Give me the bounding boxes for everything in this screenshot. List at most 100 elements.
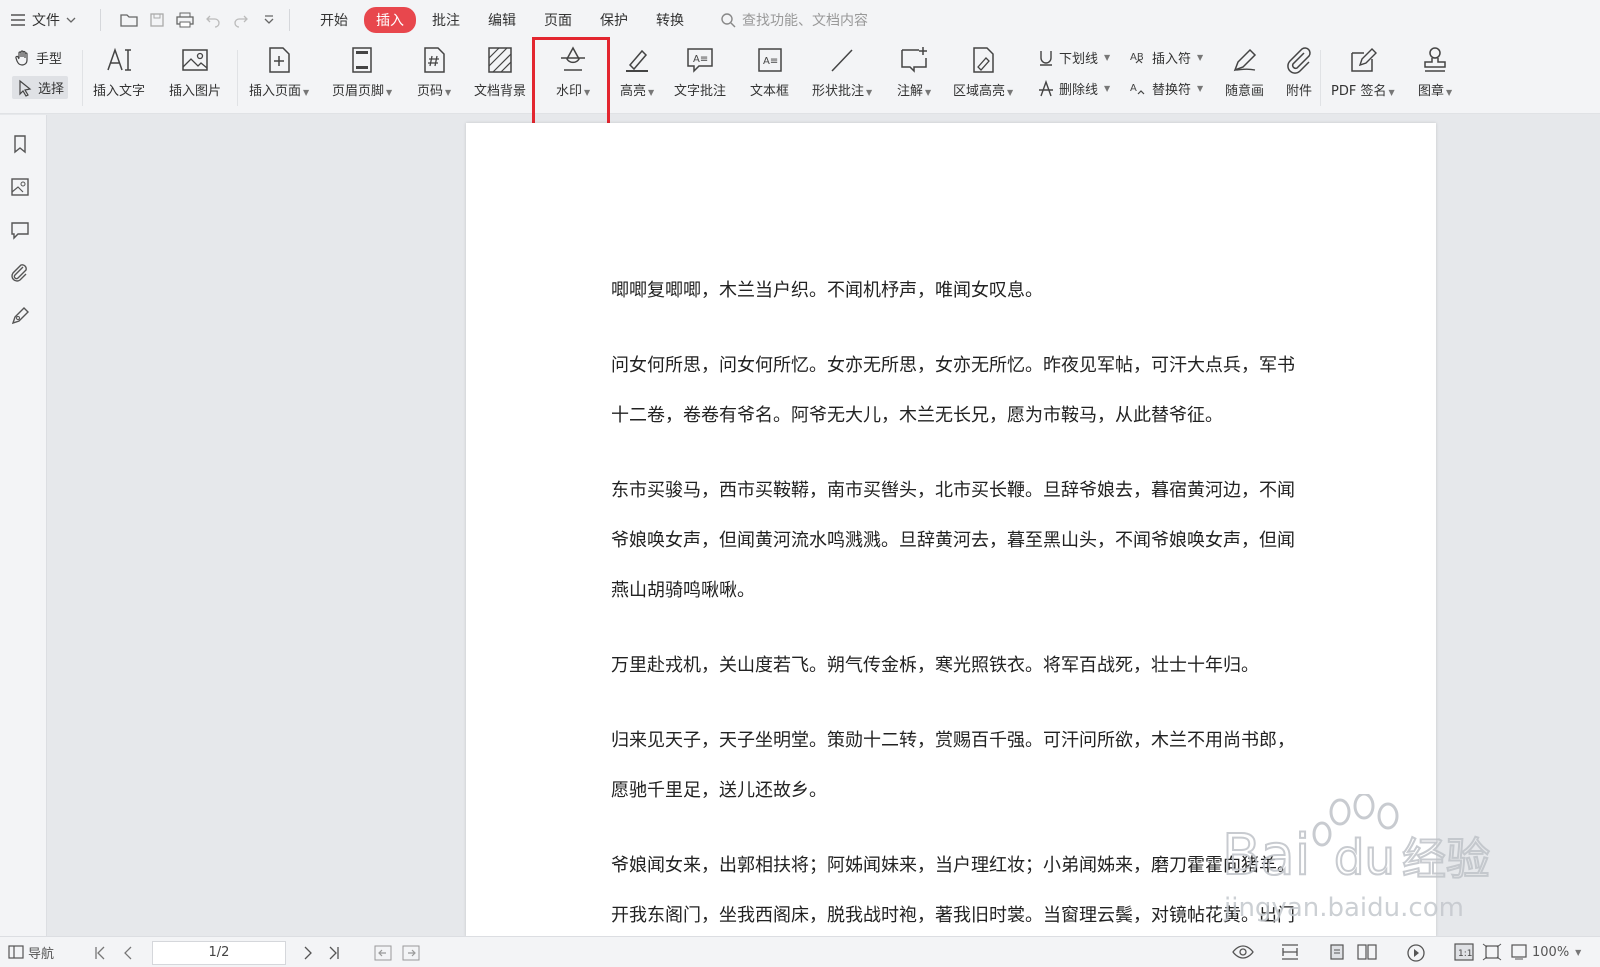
- bookmark-icon[interactable]: [9, 133, 31, 155]
- tab-comment[interactable]: 批注: [420, 7, 472, 33]
- signature-icon: [1351, 48, 1377, 72]
- replace-symbol-icon: A: [1130, 83, 1145, 94]
- watermark-button[interactable]: 水印 ▼: [556, 45, 590, 99]
- fit-width-icon[interactable]: [1280, 943, 1300, 961]
- svg-text:A≡: A≡: [693, 54, 708, 65]
- attachment-button[interactable]: 附件: [1284, 45, 1314, 99]
- text-line: 十二卷，卷卷有爷名。阿爷无大儿，木兰无长兄，愿为市鞍马，从此替爷征。: [611, 405, 1223, 426]
- pen-icon: [1233, 48, 1256, 72]
- text-cursor-icon: [107, 47, 131, 71]
- zoom-control[interactable]: 100% ▼: [1510, 943, 1581, 961]
- first-page-icon[interactable]: [92, 945, 108, 961]
- header-footer-button[interactable]: 页眉页脚 ▼: [332, 45, 392, 99]
- sidebar-panel-icon: [8, 945, 24, 959]
- freehand-button[interactable]: 随意画: [1225, 45, 1264, 99]
- annotation-button[interactable]: 注解 ▼: [897, 45, 931, 99]
- hand-icon: [15, 49, 28, 66]
- divider: [237, 50, 238, 106]
- strikethrough-label: 删除线: [1059, 83, 1099, 98]
- navigation-toggle[interactable]: 导航: [8, 943, 54, 962]
- paragraph: 东市买骏马，西市买鞍鞯，南市买辔头，北市买长鞭。旦辞爷娘去，暮宿黄河边，不闻 爷…: [611, 466, 1301, 616]
- freehand-label: 随意画: [1225, 84, 1265, 99]
- play-icon[interactable]: [1406, 943, 1426, 963]
- comment-icon[interactable]: [9, 219, 31, 241]
- page-number-input[interactable]: 1/2: [152, 941, 286, 965]
- paragraph: 问女何所思，问女何所忆。女亦无所思，女亦无所忆。昨夜见军帖，可汗大点兵，军书 十…: [611, 341, 1301, 441]
- header-footer-label: 页眉页脚: [332, 84, 385, 99]
- ribbon-tabs: 开始 插入 批注 编辑 页面 保护 转换: [308, 7, 696, 33]
- strikethrough-button[interactable]: 删除线 ▼: [1037, 79, 1110, 98]
- page-number-button[interactable]: 页码 ▼: [417, 45, 451, 99]
- tab-edit[interactable]: 编辑: [476, 7, 528, 33]
- text-line: 爷娘唤女声，但闻黄河流水鸣溅溅。旦辞黄河去，暮至黑山头，不闻爷娘唤女声，但闻: [611, 530, 1295, 551]
- hamburger-icon: [11, 14, 25, 26]
- insert-image-button[interactable]: 插入图片: [169, 45, 221, 99]
- tab-start[interactable]: 开始: [308, 7, 360, 33]
- svg-text:A: A: [1130, 83, 1137, 94]
- previous-page-icon[interactable]: [120, 945, 136, 961]
- search-icon: [721, 13, 736, 28]
- annotation-label: 注解: [897, 84, 924, 99]
- forward-icon[interactable]: [402, 945, 420, 961]
- double-page-view-icon[interactable]: [1356, 943, 1378, 961]
- chevron-down-icon: ▼: [1575, 947, 1582, 957]
- line-shape-icon: [831, 49, 853, 72]
- zoom-page-icon: [1511, 944, 1527, 960]
- pdf-editor-window: 文件 开始 插入 批注 编辑 页面 保护 转换 查找功能、文档内容 手型 选择 …: [0, 0, 1600, 967]
- attachment-label: 附件: [1285, 84, 1312, 99]
- save-icon[interactable]: [147, 10, 167, 30]
- select-tool[interactable]: 选择: [12, 76, 69, 99]
- text-comment-button[interactable]: A≡ 文字批注: [674, 45, 726, 99]
- area-highlight-label: 区域高亮: [953, 84, 1006, 99]
- tab-insert[interactable]: 插入: [364, 7, 416, 33]
- insert-page-label: 插入页面: [249, 84, 302, 99]
- thumbnail-icon[interactable]: [9, 176, 31, 198]
- hand-tool[interactable]: 手型: [14, 48, 62, 67]
- underline-button[interactable]: 下划线 ▼: [1037, 48, 1110, 67]
- last-page-icon[interactable]: [326, 945, 342, 961]
- insert-symbol-icon: AB: [1130, 52, 1144, 63]
- next-page-icon[interactable]: [300, 945, 316, 961]
- svg-text:1:1: 1:1: [1458, 949, 1472, 959]
- insert-text-button[interactable]: 插入文字: [93, 45, 145, 99]
- back-icon[interactable]: [374, 945, 392, 961]
- paragraph: 万里赴戎机，关山度若飞。朔气传金柝，寒光照铁衣。将军百战死，壮士十年归。: [611, 641, 1301, 691]
- customize-quick-access-icon[interactable]: [259, 10, 279, 30]
- quick-access: [119, 10, 279, 30]
- open-folder-icon[interactable]: [119, 10, 139, 30]
- undo-icon[interactable]: [203, 10, 223, 30]
- watermark-label: 水印: [556, 84, 583, 99]
- insert-symbol-button[interactable]: AB 插入符 ▼: [1130, 48, 1203, 68]
- file-menu[interactable]: 文件: [0, 10, 90, 30]
- text-line: 问女何所思，问女何所忆。女亦无所思，女亦无所忆。昨夜见军帖，可汗大点兵，军书: [611, 355, 1295, 376]
- ribbon-toolbar: 手型 选择 插入文字 插入图片 插入页面 ▼ 页眉页脚 ▼ 页码 ▼ 文档背景 …: [0, 40, 1600, 114]
- area-highlight-button[interactable]: 区域高亮 ▼: [953, 45, 1013, 99]
- highlight-button[interactable]: 高亮 ▼: [620, 45, 654, 99]
- text-line: 愿驰千里足，送儿还故乡。: [611, 780, 827, 801]
- paperclip-icon[interactable]: [9, 261, 31, 283]
- eye-protection-icon[interactable]: [1232, 943, 1254, 961]
- add-page-icon: [269, 47, 290, 73]
- pdf-sign-button[interactable]: PDF 签名 ▼: [1331, 45, 1395, 99]
- single-page-view-icon[interactable]: [1328, 943, 1346, 961]
- tab-convert[interactable]: 转换: [644, 7, 696, 33]
- image-icon: [182, 49, 208, 71]
- tab-protect[interactable]: 保护: [588, 7, 640, 33]
- print-icon[interactable]: [175, 10, 195, 30]
- actual-size-icon[interactable]: 1:1: [1454, 943, 1474, 961]
- area-highlight-icon: [973, 47, 994, 73]
- search-box[interactable]: 查找功能、文档内容: [720, 10, 868, 30]
- shape-comment-button[interactable]: 形状批注 ▼: [812, 45, 872, 99]
- stamp-button[interactable]: 图章 ▼: [1418, 45, 1452, 99]
- text-box-button[interactable]: A≡ 文本框: [750, 45, 789, 99]
- tab-page[interactable]: 页面: [532, 7, 584, 33]
- replace-symbol-button[interactable]: A 替换符 ▼: [1130, 79, 1203, 99]
- insert-page-button[interactable]: 插入页面 ▼: [249, 45, 309, 99]
- menu-bar: 文件 开始 插入 批注 编辑 页面 保护 转换 查找功能、文档内容: [0, 0, 1600, 40]
- doc-background-button[interactable]: 文档背景: [474, 45, 526, 99]
- strikethrough-icon: [1039, 79, 1053, 96]
- underline-label: 下划线: [1059, 52, 1099, 67]
- redo-icon[interactable]: [231, 10, 251, 30]
- fit-page-icon[interactable]: [1482, 943, 1502, 961]
- signature-icon[interactable]: [9, 305, 31, 327]
